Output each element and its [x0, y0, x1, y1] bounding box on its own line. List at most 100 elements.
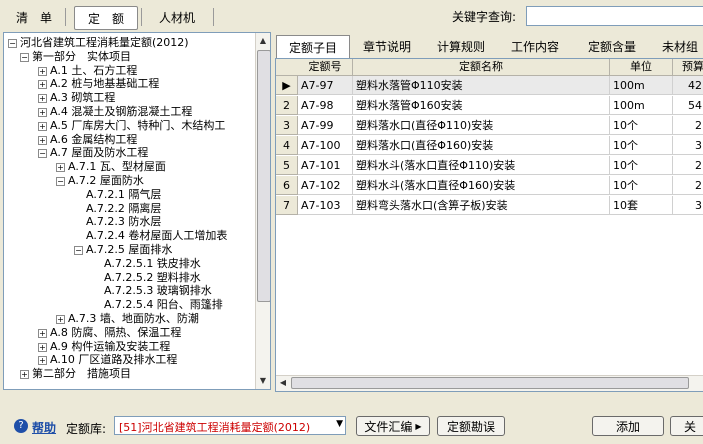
tree-node[interactable]: A.7.2.5.2 塑料排水 [104, 271, 201, 284]
expand-icon[interactable]: + [38, 80, 47, 90]
cell-name[interactable]: 塑料落水口(直径Φ160)安装 [353, 136, 610, 155]
expand-icon[interactable]: + [38, 108, 47, 117]
tab-calc-rules[interactable]: 计算规则 [426, 35, 496, 57]
cell-code[interactable]: A7-100 [298, 136, 353, 155]
cell-code[interactable]: A7-98 [298, 96, 353, 115]
tree-node[interactable]: A.7.2.2 隔离层 [86, 202, 161, 215]
col-header-unit[interactable]: 单位 [610, 59, 673, 76]
scroll-up-icon[interactable]: ▲ [257, 34, 269, 48]
tree-node[interactable]: A.10 厂区道路及排水工程 [50, 353, 177, 366]
cell-unit[interactable]: 10套 [610, 196, 673, 215]
cell-code[interactable]: A7-101 [298, 156, 353, 175]
cell-unit[interactable]: 10个 [610, 136, 673, 155]
tree-node[interactable]: A.7.2.5.3 玻璃钢排水 [104, 284, 212, 297]
expand-icon[interactable]: + [38, 342, 47, 352]
tree-node[interactable]: 第一部分 实体项目 [32, 50, 131, 63]
col-header-name[interactable]: 定额名称 [353, 59, 610, 76]
cell-name[interactable]: 塑料弯头落水口(含箅子板)安装 [353, 196, 610, 215]
col-header-code[interactable]: 定额号 [298, 59, 353, 76]
tree-node[interactable]: A.7.2 屋面防水 [68, 174, 144, 187]
cell-price[interactable]: 3 [673, 196, 703, 215]
tab-chapter-notes[interactable]: 章节说明 [352, 35, 422, 57]
tab-quota-items[interactable]: 定额子目 [276, 35, 350, 58]
cell-code[interactable]: A7-99 [298, 116, 353, 135]
chevron-down-icon[interactable]: ▼ [336, 419, 343, 429]
tree-node[interactable]: A.7.2.5 屋面排水 [86, 243, 172, 256]
expand-icon[interactable]: + [20, 370, 29, 380]
close-button[interactable]: 关 [670, 416, 703, 436]
cell-unit[interactable]: 100m [610, 76, 673, 95]
cell-name[interactable]: 塑料水落管Φ160安装 [353, 96, 610, 115]
cell-code[interactable]: A7-102 [298, 176, 353, 195]
collapse-icon[interactable]: − [56, 177, 65, 186]
tree-node[interactable]: A.6 金属结构工程 [50, 133, 137, 146]
tree-node[interactable]: A.4 混凝土及钢筋混凝土工程 [50, 105, 192, 118]
cell-price[interactable]: 2 [673, 156, 703, 175]
scroll-thumb[interactable] [291, 377, 689, 389]
tree-node[interactable]: A.5 厂库房大门、特种门、木结构工 [50, 119, 225, 132]
tree-node[interactable]: A.8 防腐、隔热、保温工程 [50, 326, 181, 339]
tree-node[interactable]: 第二部分 措施项目 [32, 367, 131, 380]
collapse-icon[interactable]: − [38, 149, 47, 159]
col-header-price[interactable]: 预算 [673, 59, 703, 76]
row-header[interactable]: 4 [276, 136, 298, 155]
tab-materials[interactable]: 人材机 [146, 6, 208, 28]
row-header[interactable]: ▶ [276, 76, 298, 95]
tree-node[interactable]: A.7.2.5.1 铁皮排水 [104, 257, 201, 270]
tree-node[interactable]: A.9 构件运输及安装工程 [50, 340, 170, 353]
expand-icon[interactable]: + [38, 94, 47, 104]
quota-survey-button[interactable]: 定额勘误 [437, 416, 505, 436]
search-input[interactable] [526, 6, 703, 26]
row-header[interactable]: 7 [276, 196, 298, 215]
expand-icon[interactable]: + [38, 66, 47, 76]
row-header[interactable]: 6 [276, 176, 298, 195]
cell-price[interactable]: 3 [673, 136, 703, 155]
cell-name[interactable]: 塑料水落管Φ110安装 [353, 76, 610, 95]
quota-grid[interactable]: 定额号 定额名称 单位 预算 ◀ ▶ A7-97 塑料水落管Φ110安装 100m 42… [275, 58, 703, 392]
collapse-icon[interactable]: − [20, 52, 29, 62]
tree-node[interactable]: A.7.2.5.4 阳台、雨篷排 [104, 298, 223, 311]
tree-node[interactable]: A.7.1 瓦、型材屋面 [68, 160, 166, 173]
scroll-left-icon[interactable]: ◀ [277, 376, 289, 390]
row-header[interactable]: 3 [276, 116, 298, 135]
cell-name[interactable]: 塑料落水口(直径Φ110)安装 [353, 116, 610, 135]
grid-hscrollbar[interactable]: ◀ [276, 375, 703, 391]
expand-icon[interactable]: + [56, 163, 65, 173]
tree-node[interactable]: A.2 桩与地基基础工程 [50, 77, 159, 90]
row-header[interactable]: 5 [276, 156, 298, 175]
tree-node[interactable]: A.7.2.3 防水层 [86, 215, 161, 228]
tab-list[interactable]: 清 单 [6, 6, 62, 28]
tree-scrollbar[interactable]: ▲ ▼ [255, 33, 270, 389]
help-icon[interactable]: ? [14, 419, 28, 433]
collapse-icon[interactable]: − [74, 246, 83, 255]
cell-price[interactable]: 2 [673, 176, 703, 195]
tree-node[interactable]: A.7 屋面及防水工程 [50, 146, 148, 159]
help-link[interactable]: 帮助 [32, 419, 56, 436]
expand-icon[interactable]: + [38, 121, 47, 131]
cell-unit[interactable]: 10个 [610, 176, 673, 195]
scroll-thumb[interactable] [257, 50, 270, 302]
cell-unit[interactable]: 10个 [610, 156, 673, 175]
tab-quota-content[interactable]: 定额含量 [576, 35, 648, 57]
cell-price[interactable]: 2 [673, 116, 703, 135]
cell-price[interactable]: 54 [673, 96, 703, 115]
expand-icon[interactable]: + [56, 315, 65, 324]
tab-unpriced-materials[interactable]: 未材组 [652, 35, 703, 57]
tree-node[interactable]: A.1 土、石方工程 [50, 64, 137, 77]
library-select[interactable]: [51]河北省建筑工程消耗量定额(2012) ▼ [114, 416, 346, 435]
cell-code[interactable]: A7-103 [298, 196, 353, 215]
tree-node[interactable]: 河北省建筑工程消耗量定额(2012) [20, 36, 189, 49]
expand-icon[interactable]: + [38, 135, 47, 145]
cell-price[interactable]: 42 [673, 76, 703, 95]
cell-unit[interactable]: 10个 [610, 116, 673, 135]
cell-name[interactable]: 塑料水斗(落水口直径Φ110)安装 [353, 156, 610, 175]
tab-quota[interactable]: 定 额 [74, 6, 138, 30]
cell-unit[interactable]: 100m [610, 96, 673, 115]
tree-node[interactable]: A.3 砌筑工程 [50, 91, 115, 104]
tree-node[interactable]: A.7.2.4 卷材屋面人工增加表 [86, 229, 227, 242]
tab-work-content[interactable]: 工作内容 [500, 35, 570, 57]
row-header[interactable]: 2 [276, 96, 298, 115]
tree-node[interactable]: A.7.3 墙、地面防水、防潮 [68, 312, 199, 325]
cell-name[interactable]: 塑料水斗(落水口直径Φ160)安装 [353, 176, 610, 195]
quota-tree[interactable]: ▲ ▼ − 河北省建筑工程消耗量定额(2012) − 第一部分 实体项目 + A.1 土、… [3, 32, 271, 390]
